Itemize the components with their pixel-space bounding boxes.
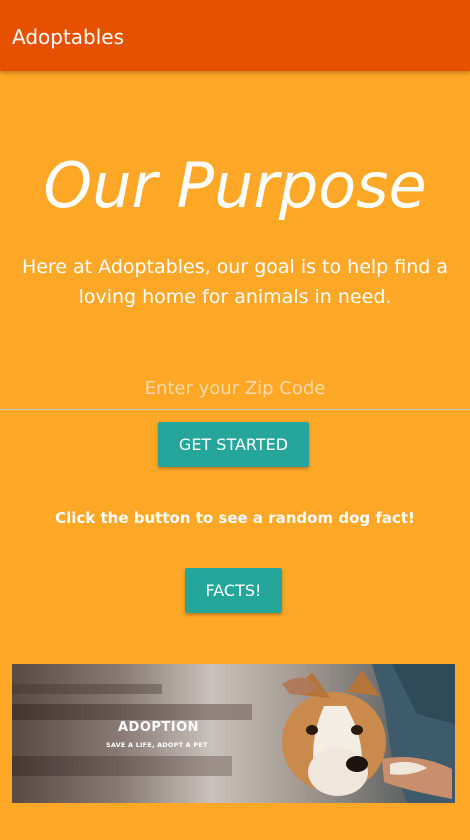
banner-title: ADOPTION: [118, 720, 200, 735]
banner-subtitle: SAVE A LIFE, ADOPT A PET: [106, 741, 208, 749]
facts-button[interactable]: FACTS!: [185, 568, 282, 613]
dog-photo-illustration: [12, 664, 455, 803]
app-title: Adoptables: [12, 25, 125, 49]
dog-fact-prompt: Click the button to see a random dog fac…: [55, 509, 415, 527]
zip-code-input[interactable]: [0, 368, 470, 410]
app-bar: Adoptables: [0, 0, 470, 71]
purpose-description: Here at Adoptables, our goal is to help …: [21, 256, 449, 308]
adoption-banner-image: ADOPTION SAVE A LIFE, ADOPT A PET: [12, 664, 455, 803]
page-title: Our Purpose: [43, 149, 427, 222]
get-started-button[interactable]: GET STARTED: [158, 422, 309, 467]
